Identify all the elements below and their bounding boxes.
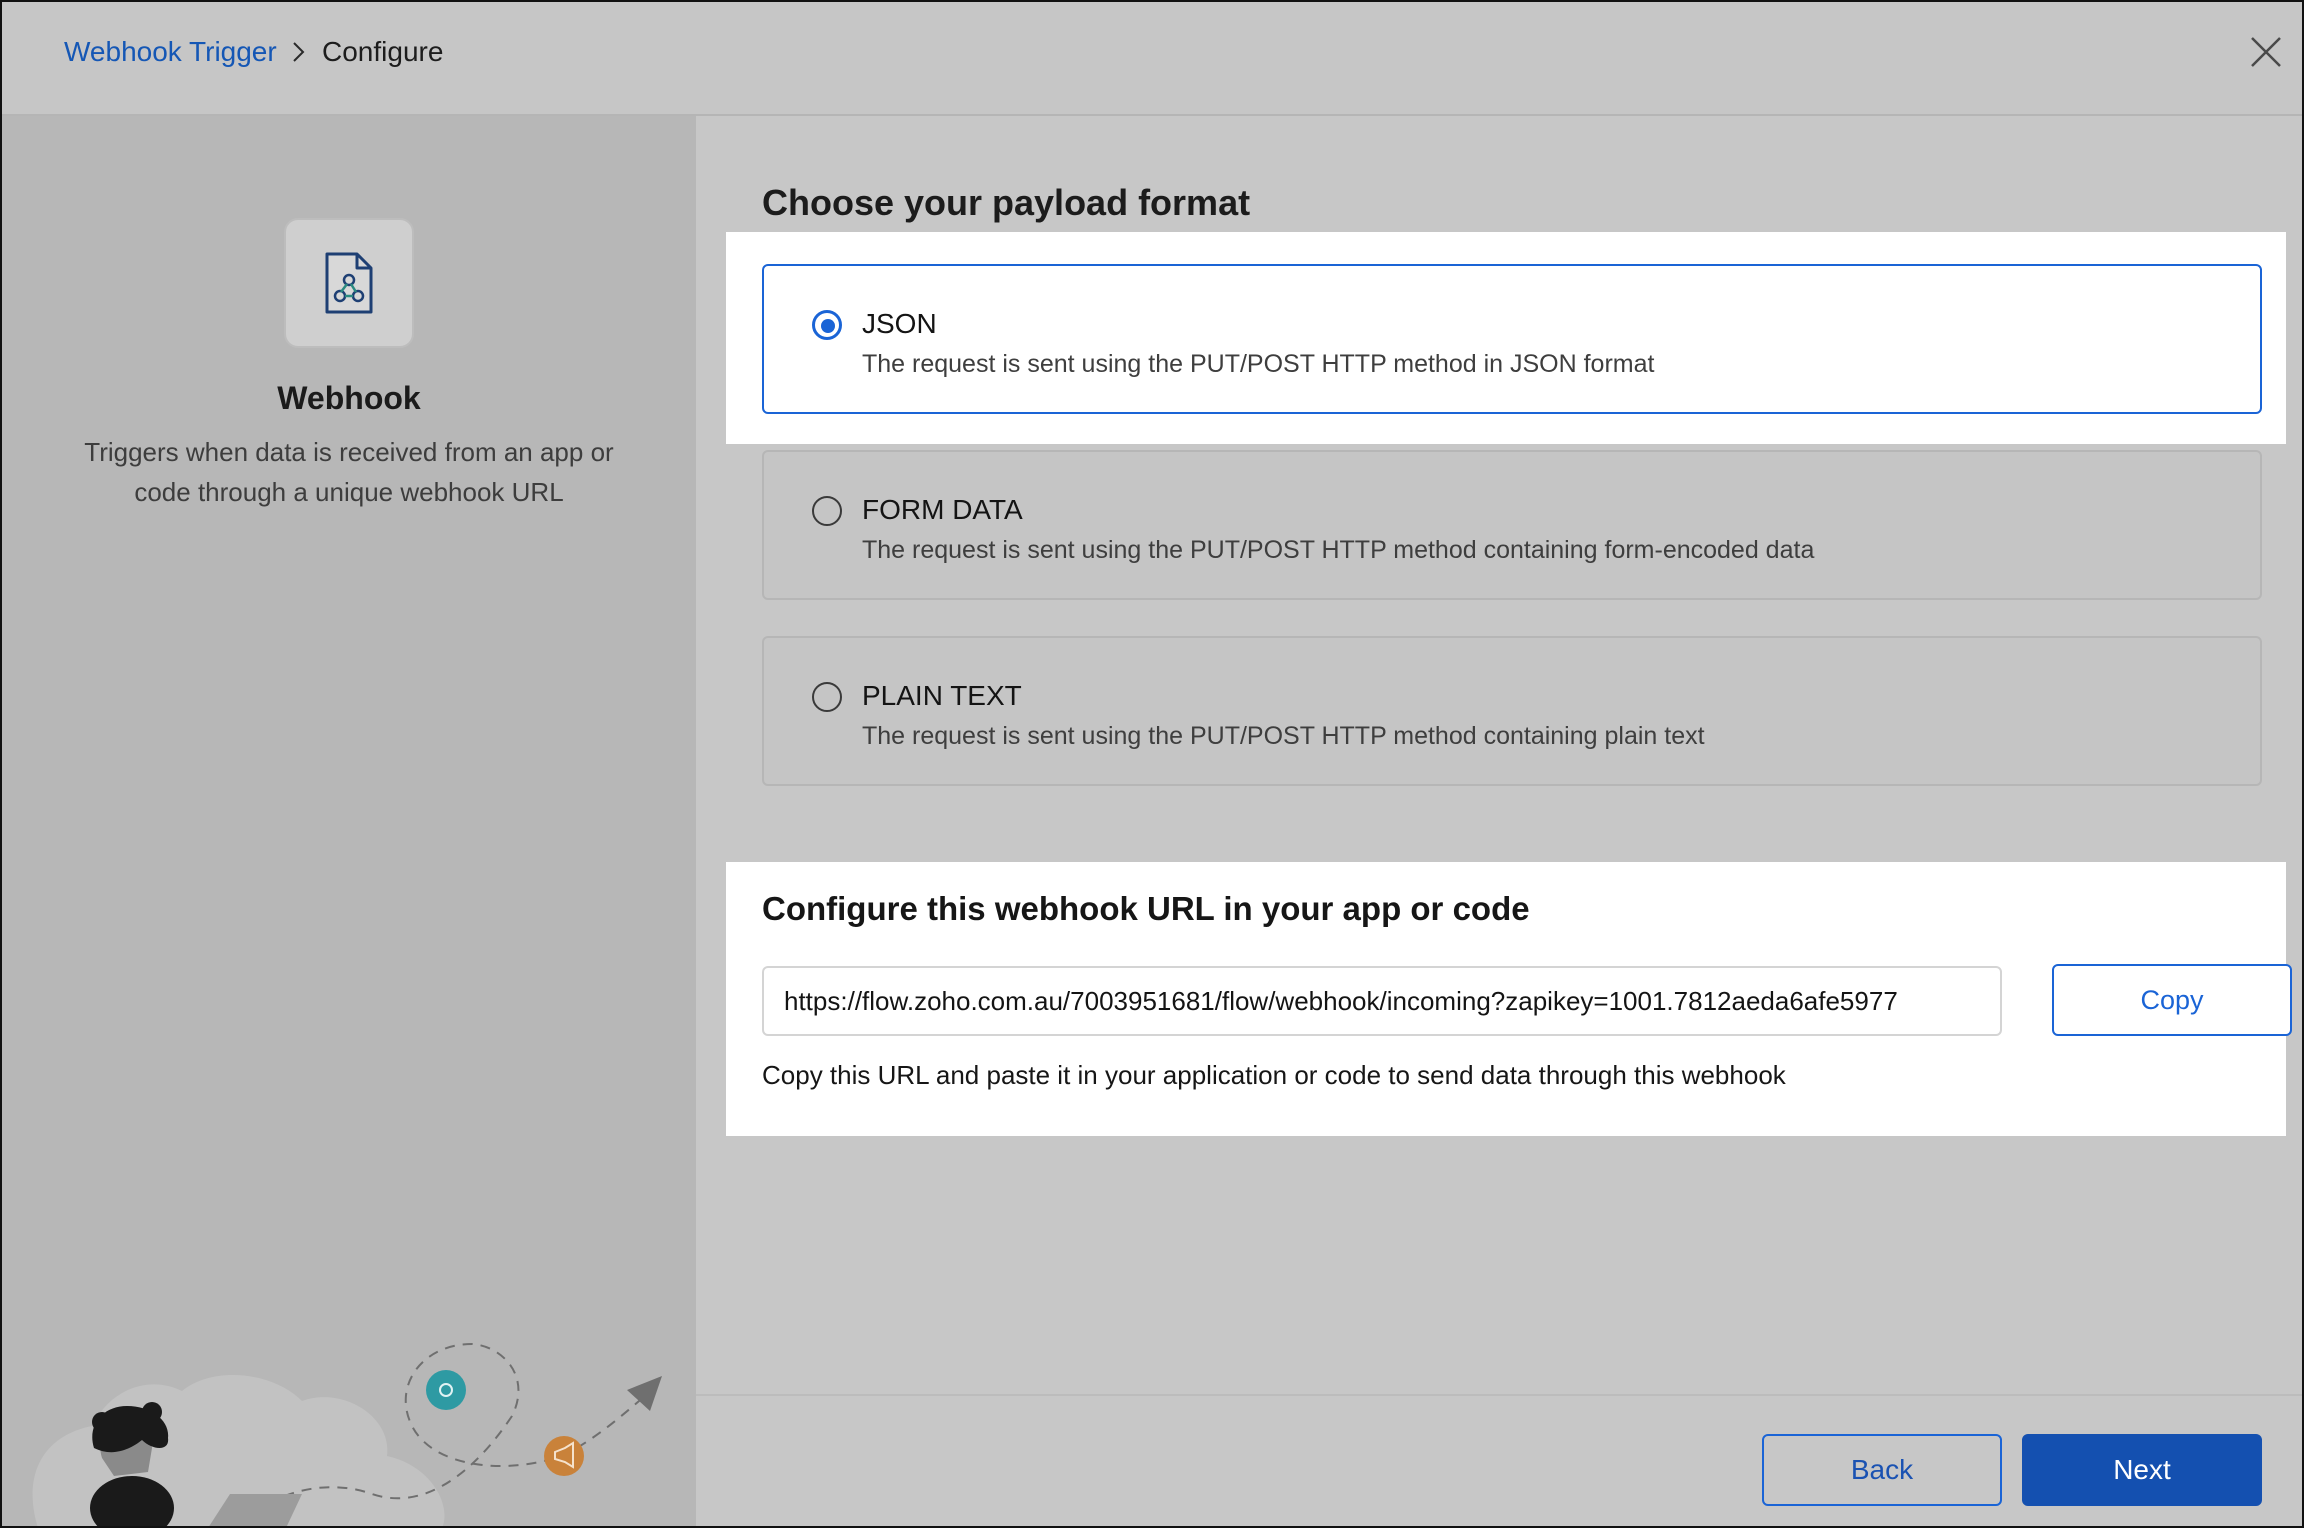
webhook-url-field[interactable]: [762, 966, 2002, 1036]
webhook-icon-tile: [284, 218, 414, 348]
payload-option-plain-text[interactable]: PLAIN TEXT The request is sent using the…: [762, 636, 2262, 786]
option-description: The request is sent using the PUT/POST H…: [862, 722, 1705, 750]
gear-icon: [426, 1370, 466, 1410]
form-data-radio[interactable]: [812, 496, 842, 526]
close-icon[interactable]: [2246, 32, 2286, 72]
next-button[interactable]: Next: [2022, 1434, 2262, 1506]
webhook-url-section: Configure this webhook URL in your app o…: [726, 862, 2292, 1136]
option-description: The request is sent using the PUT/POST H…: [862, 350, 1655, 378]
webhook-url-help-text: Copy this URL and paste it in your appli…: [762, 1060, 1786, 1090]
plain-text-radio[interactable]: [812, 682, 842, 712]
dialog-header: Webhook Trigger Configure: [2, 2, 2302, 116]
payload-configuration: Choose your payload format JSON The requ…: [696, 116, 2302, 1526]
payload-format-heading: Choose your payload format: [762, 182, 1251, 223]
webhook-url-heading: Configure this webhook URL in your app o…: [762, 890, 1530, 927]
option-description: The request is sent using the PUT/POST H…: [862, 536, 1815, 564]
webhook-illustration: [32, 1342, 662, 1526]
option-label: PLAIN TEXT: [862, 680, 1022, 711]
webhook-icon: [325, 252, 373, 314]
chevron-right-icon: [293, 42, 305, 62]
copy-url-button[interactable]: Copy: [2052, 964, 2292, 1036]
radio-selected-dot: [821, 319, 835, 333]
payload-option-form-data[interactable]: FORM DATA The request is sent using the …: [762, 450, 2262, 600]
json-radio[interactable]: [812, 310, 842, 340]
megaphone-icon: [544, 1436, 584, 1476]
payload-option-json[interactable]: JSON The request is sent using the PUT/P…: [762, 264, 2262, 414]
breadcrumb-current: Configure: [322, 36, 444, 67]
trigger-description: Triggers when data is received from an a…: [84, 437, 614, 507]
breadcrumb-webhook-trigger-link[interactable]: Webhook Trigger: [64, 36, 277, 68]
option-label: FORM DATA: [862, 494, 1023, 525]
trigger-info-panel: Webhook Triggers when data is received f…: [2, 116, 696, 1526]
webhook-configure-dialog: Webhook Trigger Configure Webhook Trigge…: [0, 0, 2304, 1528]
option-label: JSON: [862, 308, 937, 339]
trigger-title: Webhook: [277, 380, 421, 416]
back-button[interactable]: Back: [1762, 1434, 2002, 1506]
dialog-footer: Back Next: [696, 1394, 2302, 1526]
